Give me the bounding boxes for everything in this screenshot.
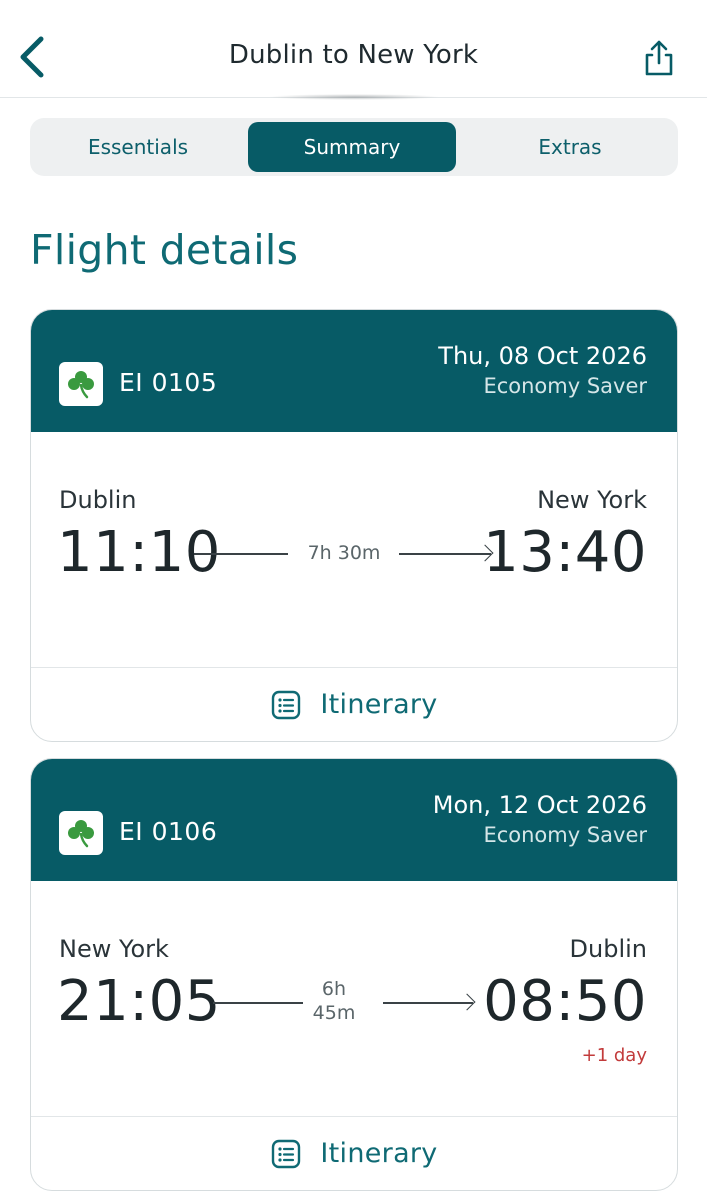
- checklist-icon: [272, 690, 301, 719]
- route-line: [213, 1002, 303, 1004]
- arrival-time: 08:50: [483, 969, 647, 1034]
- destination-city: New York: [537, 486, 647, 514]
- tab-essentials[interactable]: Essentials: [30, 118, 246, 176]
- tab-summary[interactable]: Summary: [248, 122, 456, 172]
- screen: Dublin to New York Essentials Summary Ex…: [0, 0, 707, 1200]
- airline-logo: [59, 811, 103, 855]
- origin-city: New York: [59, 935, 169, 963]
- route-line: [194, 553, 288, 555]
- page-title: Dublin to New York: [228, 40, 479, 70]
- tab-extras[interactable]: Extras: [462, 118, 678, 176]
- flight-card-header: EI 0105 Thu, 08 Oct 2026 Economy Saver: [31, 310, 677, 432]
- departure-time: 21:05: [57, 969, 221, 1034]
- section-title: Flight details: [30, 226, 299, 274]
- fare-type: Economy Saver: [483, 374, 647, 398]
- destination-city: Dublin: [569, 935, 647, 963]
- airline-logo: [59, 362, 103, 406]
- flight-duration: 7h 30m: [307, 542, 381, 564]
- scroll-shadow: [268, 94, 440, 100]
- flight-card: EI 0105 Thu, 08 Oct 2026 Economy Saver D…: [30, 309, 678, 742]
- flight-date: Mon, 12 Oct 2026: [432, 791, 647, 819]
- arrow-icon: [458, 993, 476, 1011]
- next-day-badge: +1 day: [581, 1045, 647, 1066]
- segmented-tabs: Essentials Summary Extras: [30, 118, 678, 176]
- itinerary-button[interactable]: Itinerary: [31, 1116, 677, 1190]
- checklist-icon: [272, 1139, 301, 1168]
- flight-number: EI 0106: [119, 817, 218, 846]
- origin-city: Dublin: [59, 486, 137, 514]
- top-bar: Dublin to New York: [0, 0, 707, 98]
- share-button[interactable]: [639, 36, 679, 80]
- flight-card: EI 0106 Mon, 12 Oct 2026 Economy Saver N…: [30, 758, 678, 1191]
- flight-card-header: EI 0106 Mon, 12 Oct 2026 Economy Saver: [31, 759, 677, 881]
- itinerary-button[interactable]: Itinerary: [31, 667, 677, 741]
- shamrock-icon: [68, 371, 94, 399]
- itinerary-label: Itinerary: [320, 1138, 438, 1169]
- shamrock-icon: [68, 820, 94, 848]
- fare-type: Economy Saver: [483, 823, 647, 847]
- flight-duration: 6h 45m: [311, 977, 357, 1025]
- flight-number: EI 0105: [119, 368, 218, 397]
- arrival-time: 13:40: [483, 520, 647, 585]
- itinerary-label: Itinerary: [320, 689, 438, 720]
- duration-hours: 6h: [321, 978, 347, 1000]
- share-icon: [645, 40, 673, 76]
- flight-date: Thu, 08 Oct 2026: [438, 342, 647, 370]
- duration-minutes: 45m: [312, 1002, 356, 1024]
